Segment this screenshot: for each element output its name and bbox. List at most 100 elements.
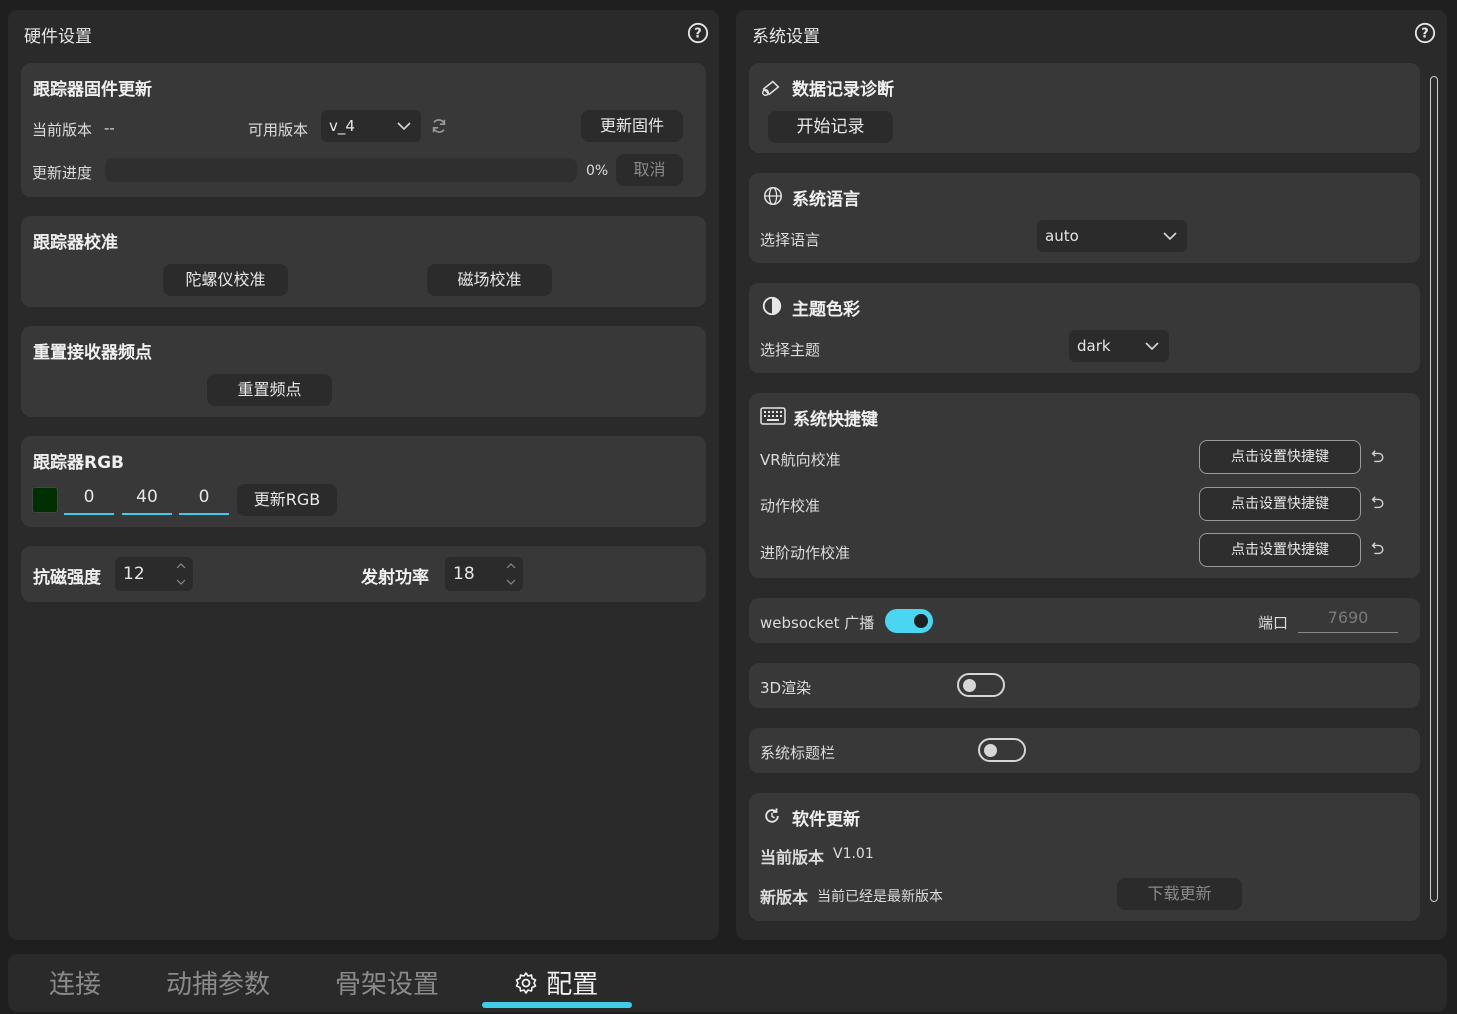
rgb-card-title: 跟踪器RGB bbox=[33, 453, 125, 473]
chevron-down-icon bbox=[1145, 342, 1159, 351]
rgb-b-input[interactable]: 0 bbox=[179, 483, 229, 515]
log-card-title: 数据记录诊断 bbox=[792, 80, 894, 100]
active-tab-indicator bbox=[482, 1002, 632, 1008]
power-card: 抗磁强度 12 发射功率 18 bbox=[21, 546, 706, 602]
theme-card-title: 主题色彩 bbox=[792, 300, 860, 320]
shortcut-label-advanced: 进阶动作校准 bbox=[760, 544, 851, 562]
websocket-toggle[interactable] bbox=[885, 609, 933, 633]
anti-mag-spinbox[interactable]: 12 bbox=[115, 557, 193, 591]
current-software-version-label: 当前版本 bbox=[760, 848, 825, 867]
tab-skeleton[interactable]: 骨架设置 bbox=[335, 964, 439, 1001]
contrast-icon bbox=[762, 296, 782, 316]
shortcut-button-action[interactable]: 点击设置快捷键 bbox=[1199, 487, 1361, 521]
undo-icon[interactable] bbox=[1369, 449, 1385, 465]
current-version-value: -- bbox=[104, 119, 115, 137]
rgb-color-swatch bbox=[32, 487, 58, 513]
keyboard-icon bbox=[760, 407, 786, 425]
log-card: 数据记录诊断 开始记录 bbox=[749, 63, 1420, 153]
firmware-card-title: 跟踪器固件更新 bbox=[33, 80, 152, 100]
download-update-button[interactable]: 下载更新 bbox=[1117, 878, 1242, 910]
titlebar-label: 系统标题栏 bbox=[760, 744, 836, 762]
system-panel-title: 系统设置 bbox=[752, 27, 820, 47]
gyro-calibration-button[interactable]: 陀螺仪校准 bbox=[163, 264, 288, 296]
update-icon bbox=[765, 808, 779, 823]
gear-icon bbox=[515, 972, 537, 994]
theme-label: 选择主题 bbox=[760, 341, 821, 359]
reset-freq-card-title: 重置接收器频点 bbox=[33, 343, 152, 363]
reset-freq-button[interactable]: 重置频点 bbox=[207, 374, 332, 406]
tab-mocap[interactable]: 动捕参数 bbox=[166, 964, 270, 1001]
system-panel: 系统设置 ? 数据记录诊断 开始记录 系统语言 选择语言 auto 主题色彩 选… bbox=[736, 10, 1447, 940]
spin-arrows-icon[interactable] bbox=[175, 561, 187, 587]
tx-power-spinbox[interactable]: 18 bbox=[445, 557, 523, 591]
websocket-label: websocket 广播 bbox=[760, 614, 875, 632]
available-version-value: v_4 bbox=[329, 117, 355, 135]
current-version-label: 当前版本 bbox=[32, 121, 93, 139]
update-progress-text: 0% bbox=[586, 163, 609, 179]
language-label: 选择语言 bbox=[760, 231, 821, 249]
toggle-knob bbox=[914, 614, 928, 628]
help-icon[interactable]: ? bbox=[687, 22, 709, 44]
update-rgb-button[interactable]: 更新RGB bbox=[237, 484, 337, 516]
shortcuts-card-title: 系统快捷键 bbox=[793, 410, 878, 430]
reset-freq-card: 重置接收器频点 重置频点 bbox=[21, 326, 706, 417]
update-progress-bar bbox=[105, 158, 577, 182]
language-card: 系统语言 选择语言 auto bbox=[749, 173, 1420, 263]
globe-icon bbox=[764, 187, 782, 205]
port-input[interactable]: 7690 bbox=[1298, 608, 1398, 633]
rgb-card: 跟踪器RGB 0 40 0 更新RGB bbox=[21, 436, 706, 527]
shortcuts-card: 系统快捷键 VR航向校准 点击设置快捷键 动作校准 点击设置快捷键 进阶动作校准… bbox=[749, 393, 1420, 578]
tab-config-label: 配置 bbox=[546, 970, 599, 1000]
render3d-card: 3D渲染 bbox=[749, 663, 1420, 708]
svg-text:?: ? bbox=[1421, 27, 1428, 42]
refresh-icon[interactable] bbox=[430, 117, 448, 135]
new-version-label: 新版本 bbox=[760, 888, 809, 907]
tab-connect[interactable]: 连接 bbox=[49, 964, 101, 1001]
new-version-value: 当前已经是最新版本 bbox=[817, 889, 943, 905]
titlebar-card: 系统标题栏 bbox=[749, 728, 1420, 773]
current-software-version-value: V1.01 bbox=[833, 846, 874, 862]
websocket-card: websocket 广播 端口 7690 bbox=[749, 598, 1420, 643]
titlebar-toggle[interactable] bbox=[978, 738, 1026, 762]
start-log-button[interactable]: 开始记录 bbox=[768, 111, 893, 143]
software-update-title: 软件更新 bbox=[792, 810, 860, 830]
hardware-panel-title: 硬件设置 bbox=[24, 27, 92, 47]
chevron-down-icon bbox=[397, 122, 411, 131]
port-label: 端口 bbox=[1258, 614, 1289, 632]
tab-config[interactable]: 配置 bbox=[514, 964, 598, 1001]
undo-icon[interactable] bbox=[1369, 541, 1385, 557]
help-icon[interactable]: ? bbox=[1414, 22, 1436, 44]
language-select[interactable]: auto bbox=[1037, 220, 1187, 252]
render3d-toggle[interactable] bbox=[957, 673, 1005, 697]
theme-card: 主题色彩 选择主题 dark bbox=[749, 283, 1420, 373]
software-update-card: 软件更新 当前版本 V1.01 新版本 当前已经是最新版本 下载更新 bbox=[749, 793, 1420, 921]
calibration-card-title: 跟踪器校准 bbox=[33, 233, 118, 253]
cancel-button[interactable]: 取消 bbox=[616, 154, 683, 186]
data-log-icon bbox=[762, 80, 780, 96]
update-progress-label: 更新进度 bbox=[32, 164, 93, 182]
update-firmware-button[interactable]: 更新固件 bbox=[581, 110, 683, 142]
spin-arrows-icon[interactable] bbox=[505, 561, 517, 587]
undo-icon[interactable] bbox=[1369, 495, 1385, 511]
render3d-label: 3D渲染 bbox=[760, 679, 812, 697]
shortcut-label-action: 动作校准 bbox=[760, 497, 821, 515]
theme-value: dark bbox=[1077, 337, 1111, 355]
rgb-r-input[interactable]: 0 bbox=[64, 483, 114, 515]
scrollbar[interactable] bbox=[1430, 76, 1438, 902]
shortcut-label-vr-heading: VR航向校准 bbox=[760, 451, 841, 469]
rgb-g-input[interactable]: 40 bbox=[122, 483, 172, 515]
calibration-card: 跟踪器校准 陀螺仪校准 磁场校准 bbox=[21, 216, 706, 307]
language-card-title: 系统语言 bbox=[792, 190, 860, 210]
shortcut-button-advanced[interactable]: 点击设置快捷键 bbox=[1199, 533, 1361, 567]
anti-mag-value: 12 bbox=[123, 564, 145, 584]
chevron-down-icon bbox=[1163, 232, 1177, 241]
svg-text:?: ? bbox=[694, 27, 701, 42]
anti-mag-label: 抗磁强度 bbox=[33, 568, 101, 588]
theme-select[interactable]: dark bbox=[1069, 330, 1169, 362]
hardware-panel: 硬件设置 ? 跟踪器固件更新 当前版本 -- 可用版本 v_4 更新固件 更新进… bbox=[8, 10, 719, 940]
language-value: auto bbox=[1045, 227, 1079, 245]
shortcut-button-vr-heading[interactable]: 点击设置快捷键 bbox=[1199, 440, 1361, 474]
bottom-tab-bar: 连接 动捕参数 骨架设置 配置 bbox=[8, 954, 1447, 1012]
available-version-select[interactable]: v_4 bbox=[321, 110, 421, 142]
mag-calibration-button[interactable]: 磁场校准 bbox=[427, 264, 552, 296]
